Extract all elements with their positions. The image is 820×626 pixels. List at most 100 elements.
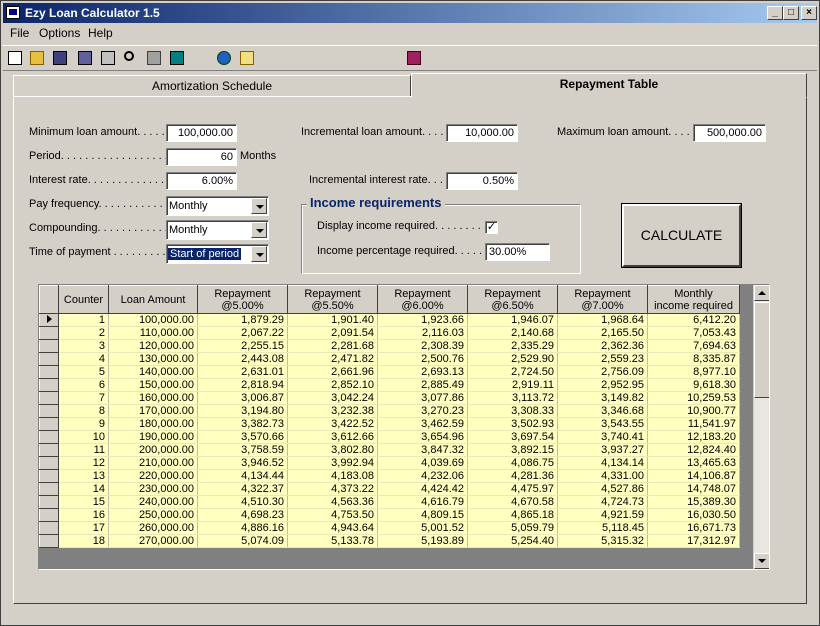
table-cell[interactable]: 2,443.08 [197,352,288,366]
table-cell[interactable]: 2,724.50 [467,365,558,379]
table-cell[interactable]: 12 [58,456,109,470]
table-cell[interactable]: 6 [58,378,109,392]
table-cell[interactable]: 2,693.13 [377,365,468,379]
table-cell[interactable]: 7,053.43 [647,326,740,340]
table-cell[interactable]: 2,471.82 [287,352,378,366]
table-cell[interactable]: 110,000.00 [108,326,198,340]
row-indicator[interactable] [39,495,59,509]
table-cell[interactable]: 4,281.36 [467,469,558,483]
table-cell[interactable]: 270,000.00 [108,534,198,548]
table-cell[interactable]: 13 [58,469,109,483]
table-cell[interactable]: 3,740.41 [557,430,648,444]
table-cell[interactable]: 9 [58,417,109,431]
table-cell[interactable]: 5,001.52 [377,521,468,535]
table-cell[interactable]: 2,116.03 [377,326,468,340]
table-cell[interactable]: 3,308.33 [467,404,558,418]
table-row[interactable]: 2 110,000.00 2,067.22 2,091.54 2,116.03 2,140… [39,326,740,340]
calculator-icon[interactable] [167,48,187,68]
table-cell[interactable]: 7 [58,391,109,405]
row-indicator[interactable] [39,521,59,535]
pay-frequency-select[interactable]: Monthly [166,196,269,216]
table-cell[interactable]: 4,724.73 [557,495,648,509]
table-cell[interactable]: 4,331.00 [557,469,648,483]
table-cell[interactable]: 3,937.27 [557,443,648,457]
table-cell[interactable]: 4,865.18 [467,508,558,522]
table-row[interactable]: 6 150,000.00 2,818.94 2,852.10 2,885.49 2,919… [39,378,740,392]
table-cell[interactable]: 16,671.73 [647,521,740,535]
row-indicator[interactable] [39,365,59,379]
table-cell[interactable]: 5,118.45 [557,521,648,535]
row-indicator[interactable] [39,417,59,431]
table-cell[interactable]: 210,000.00 [108,456,198,470]
row-indicator[interactable] [39,352,59,366]
min-loan-field[interactable]: 100,000.00 [166,124,237,142]
book-icon[interactable] [404,48,424,68]
table-cell[interactable]: 15,389.30 [647,495,740,509]
table-cell[interactable]: 18 [58,534,109,548]
table-cell[interactable]: 240,000.00 [108,495,198,509]
table-cell[interactable]: 8,335.87 [647,352,740,366]
inc-interest-field[interactable]: 0.50% [446,172,518,190]
table-cell[interactable]: 2,165.50 [557,326,648,340]
table-cell[interactable]: 4,698.23 [197,508,288,522]
table-cell[interactable]: 2,852.10 [287,378,378,392]
table-row[interactable]: 1 100,000.00 1,879.29 1,901.40 1,923.66 1,946… [39,313,740,327]
table-cell[interactable]: 2 [58,326,109,340]
table-cell[interactable]: 4,809.15 [377,508,468,522]
table-row[interactable]: 7 160,000.00 3,006.87 3,042.24 3,077.86 3,113… [39,391,740,405]
table-cell[interactable]: 2,559.23 [557,352,648,366]
table-cell[interactable]: 12,183.20 [647,430,740,444]
row-indicator[interactable] [39,456,59,470]
table-cell[interactable]: 100,000.00 [108,313,198,327]
row-indicator[interactable] [39,326,59,340]
table-cell[interactable]: 10,259.53 [647,391,740,405]
table-row[interactable]: 12 210,000.00 3,946.52 3,992.94 4,039.69 4,08… [39,456,740,470]
table-row[interactable]: 9 180,000.00 3,382.73 3,422.52 3,462.59 3,502… [39,417,740,431]
grid-column-header[interactable]: Repayment @6.00% [377,285,468,314]
table-row[interactable]: 18 270,000.00 5,074.09 5,133.78 5,193.89 5,25… [39,534,740,548]
grid-column-header[interactable]: Repayment @7.00% [557,285,648,314]
table-cell[interactable]: 6,412.20 [647,313,740,327]
table-cell[interactable]: 120,000.00 [108,339,198,353]
save-as-icon[interactable] [75,48,95,68]
table-cell[interactable]: 4,039.69 [377,456,468,470]
table-cell[interactable]: 4 [58,352,109,366]
table-cell[interactable]: 180,000.00 [108,417,198,431]
maximize-button[interactable]: □ [783,6,799,20]
row-indicator[interactable] [39,443,59,457]
table-cell[interactable]: 1,923.66 [377,313,468,327]
table-cell[interactable]: 14,748.07 [647,482,740,496]
chevron-down-icon[interactable] [251,246,267,262]
print-icon[interactable] [98,48,118,68]
table-cell[interactable]: 8 [58,404,109,418]
table-row[interactable]: 17 260,000.00 4,886.16 4,943.64 5,001.52 5,05… [39,521,740,535]
row-indicator[interactable] [39,534,59,548]
table-cell[interactable]: 13,465.63 [647,456,740,470]
table-cell[interactable]: 17,312.97 [647,534,740,548]
scroll-up-button[interactable] [754,285,769,301]
menu-file[interactable]: File [10,26,29,40]
table-cell[interactable]: 16,030.50 [647,508,740,522]
table-cell[interactable]: 2,529.90 [467,352,558,366]
close-button[interactable]: × [801,6,817,20]
table-cell[interactable]: 3,802.80 [287,443,378,457]
interest-field[interactable]: 6.00% [166,172,237,190]
table-cell[interactable]: 250,000.00 [108,508,198,522]
table-cell[interactable]: 5 [58,365,109,379]
table-cell[interactable]: 3,543.55 [557,417,648,431]
table-cell[interactable]: 4,753.50 [287,508,378,522]
table-cell[interactable]: 5,133.78 [287,534,378,548]
table-cell[interactable]: 2,952.95 [557,378,648,392]
table-cell[interactable]: 3,946.52 [197,456,288,470]
compounding-select[interactable]: Monthly [166,220,269,240]
table-cell[interactable]: 14,106.87 [647,469,740,483]
table-cell[interactable]: 4,373.22 [287,482,378,496]
chevron-down-icon[interactable] [251,198,267,214]
table-cell[interactable]: 200,000.00 [108,443,198,457]
table-cell[interactable]: 2,885.49 [377,378,468,392]
table-cell[interactable]: 1,946.07 [467,313,558,327]
table-cell[interactable]: 3,042.24 [287,391,378,405]
table-cell[interactable]: 130,000.00 [108,352,198,366]
table-cell[interactable]: 150,000.00 [108,378,198,392]
row-indicator[interactable] [39,404,59,418]
